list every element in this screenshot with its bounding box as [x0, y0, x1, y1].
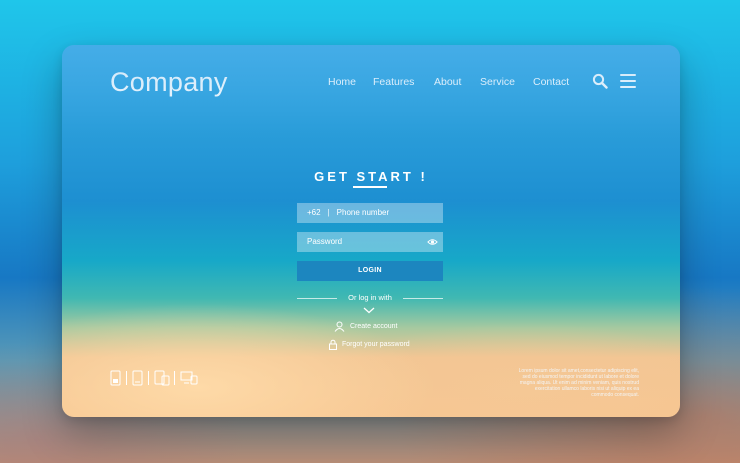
desktop-laptop-icon — [180, 371, 198, 385]
landing-card: Company Home Features About Service Cont… — [62, 45, 680, 417]
or-divider: Or log in with — [297, 293, 443, 303]
phone-tablet-icon — [154, 370, 170, 386]
menu-icon[interactable] — [620, 74, 636, 88]
divider-line-right — [403, 298, 443, 299]
user-icon — [334, 321, 345, 332]
divider-icon — [174, 371, 175, 385]
nav-contact[interactable]: Contact — [533, 76, 569, 88]
heading-underline — [353, 186, 387, 188]
nav-features[interactable]: Features — [373, 76, 414, 88]
phone-placeholder: Phone number — [336, 208, 390, 217]
tablet-icon — [132, 370, 143, 386]
password-field[interactable]: Password — [297, 232, 443, 252]
forgot-password-label: Forgot your password — [342, 341, 410, 348]
mobile-icon — [110, 370, 121, 386]
phone-field[interactable]: +62 | Phone number — [297, 203, 443, 223]
eye-icon[interactable] — [427, 237, 438, 247]
form-heading: GET START ! — [314, 169, 428, 184]
search-icon[interactable] — [592, 73, 608, 89]
nav-about[interactable]: About — [434, 76, 461, 88]
chevron-down-icon[interactable] — [363, 307, 375, 314]
nav-service[interactable]: Service — [480, 76, 515, 88]
phone-separator: | — [327, 208, 330, 217]
lock-icon — [329, 339, 337, 350]
create-account-label: Create account — [350, 323, 398, 330]
footer-lorem-text: Lorem ipsum dolor sit amet,consectetur a… — [518, 368, 639, 398]
password-placeholder: Password — [307, 237, 343, 246]
divider-icon — [148, 371, 149, 385]
divider-icon — [126, 371, 127, 385]
phone-prefix: +62 — [307, 208, 321, 217]
login-button[interactable]: LOGIN — [297, 261, 443, 281]
nav-home[interactable]: Home — [328, 76, 356, 88]
company-logo[interactable]: Company — [110, 67, 228, 98]
